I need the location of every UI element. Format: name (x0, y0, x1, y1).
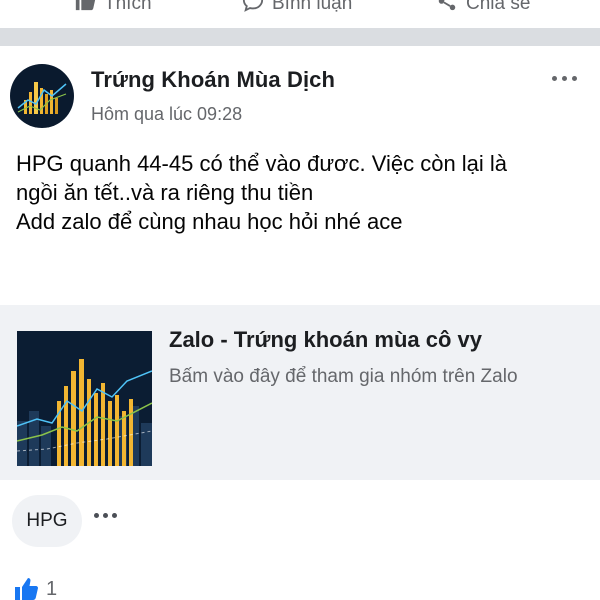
link-preview-card[interactable]: Zalo - Trứng khoán mùa cô vy Bấm vào đây… (0, 305, 600, 480)
comment-button[interactable]: Bình luận (242, 0, 352, 18)
link-preview-description: Bấm vào đây để tham gia nhóm trên Zalo (169, 366, 518, 387)
comment-label: Bình luận (272, 0, 353, 14)
post-text-line: ngồi ăn tết..và ra riêng thu tiền (16, 180, 314, 205)
post-text: HPG quanh 44-45 có thể vào đươc. Việc cò… (16, 149, 586, 236)
thumbs-up-icon (74, 0, 96, 18)
like-label: Thích (104, 0, 152, 14)
share-label: Chia sẻ (466, 0, 531, 14)
author-avatar[interactable] (10, 64, 74, 128)
hashtag-chip[interactable]: HPG (12, 495, 82, 547)
more-dots-icon (94, 513, 99, 518)
post-author-name[interactable]: Trứng Khoán Mùa Dịch (91, 67, 335, 93)
like-button[interactable]: Thích (74, 0, 152, 18)
post-timestamp[interactable]: Hôm qua lúc 09:28 (91, 104, 242, 125)
more-tags-button[interactable] (94, 513, 117, 518)
link-preview-thumbnail (17, 331, 152, 466)
share-icon (436, 0, 458, 18)
post-text-line: HPG quanh 44-45 có thể vào đươc. Việc cò… (16, 151, 508, 176)
reaction-summary[interactable]: 1 (14, 577, 57, 600)
more-dots-icon (551, 75, 557, 81)
post-options-button[interactable] (548, 70, 580, 86)
comment-icon (242, 0, 264, 18)
post-text-line: Add zalo để cùng nhau học hỏi nhé ace (16, 209, 403, 234)
post-action-bar: Thích Bình luận Chia sẻ (0, 0, 600, 28)
link-preview-title: Zalo - Trứng khoán mùa cô vy (169, 327, 482, 352)
feed-separator (0, 28, 600, 46)
reaction-count: 1 (46, 577, 58, 600)
share-button[interactable]: Chia sẻ (436, 0, 530, 18)
thumbs-up-icon (14, 577, 38, 600)
